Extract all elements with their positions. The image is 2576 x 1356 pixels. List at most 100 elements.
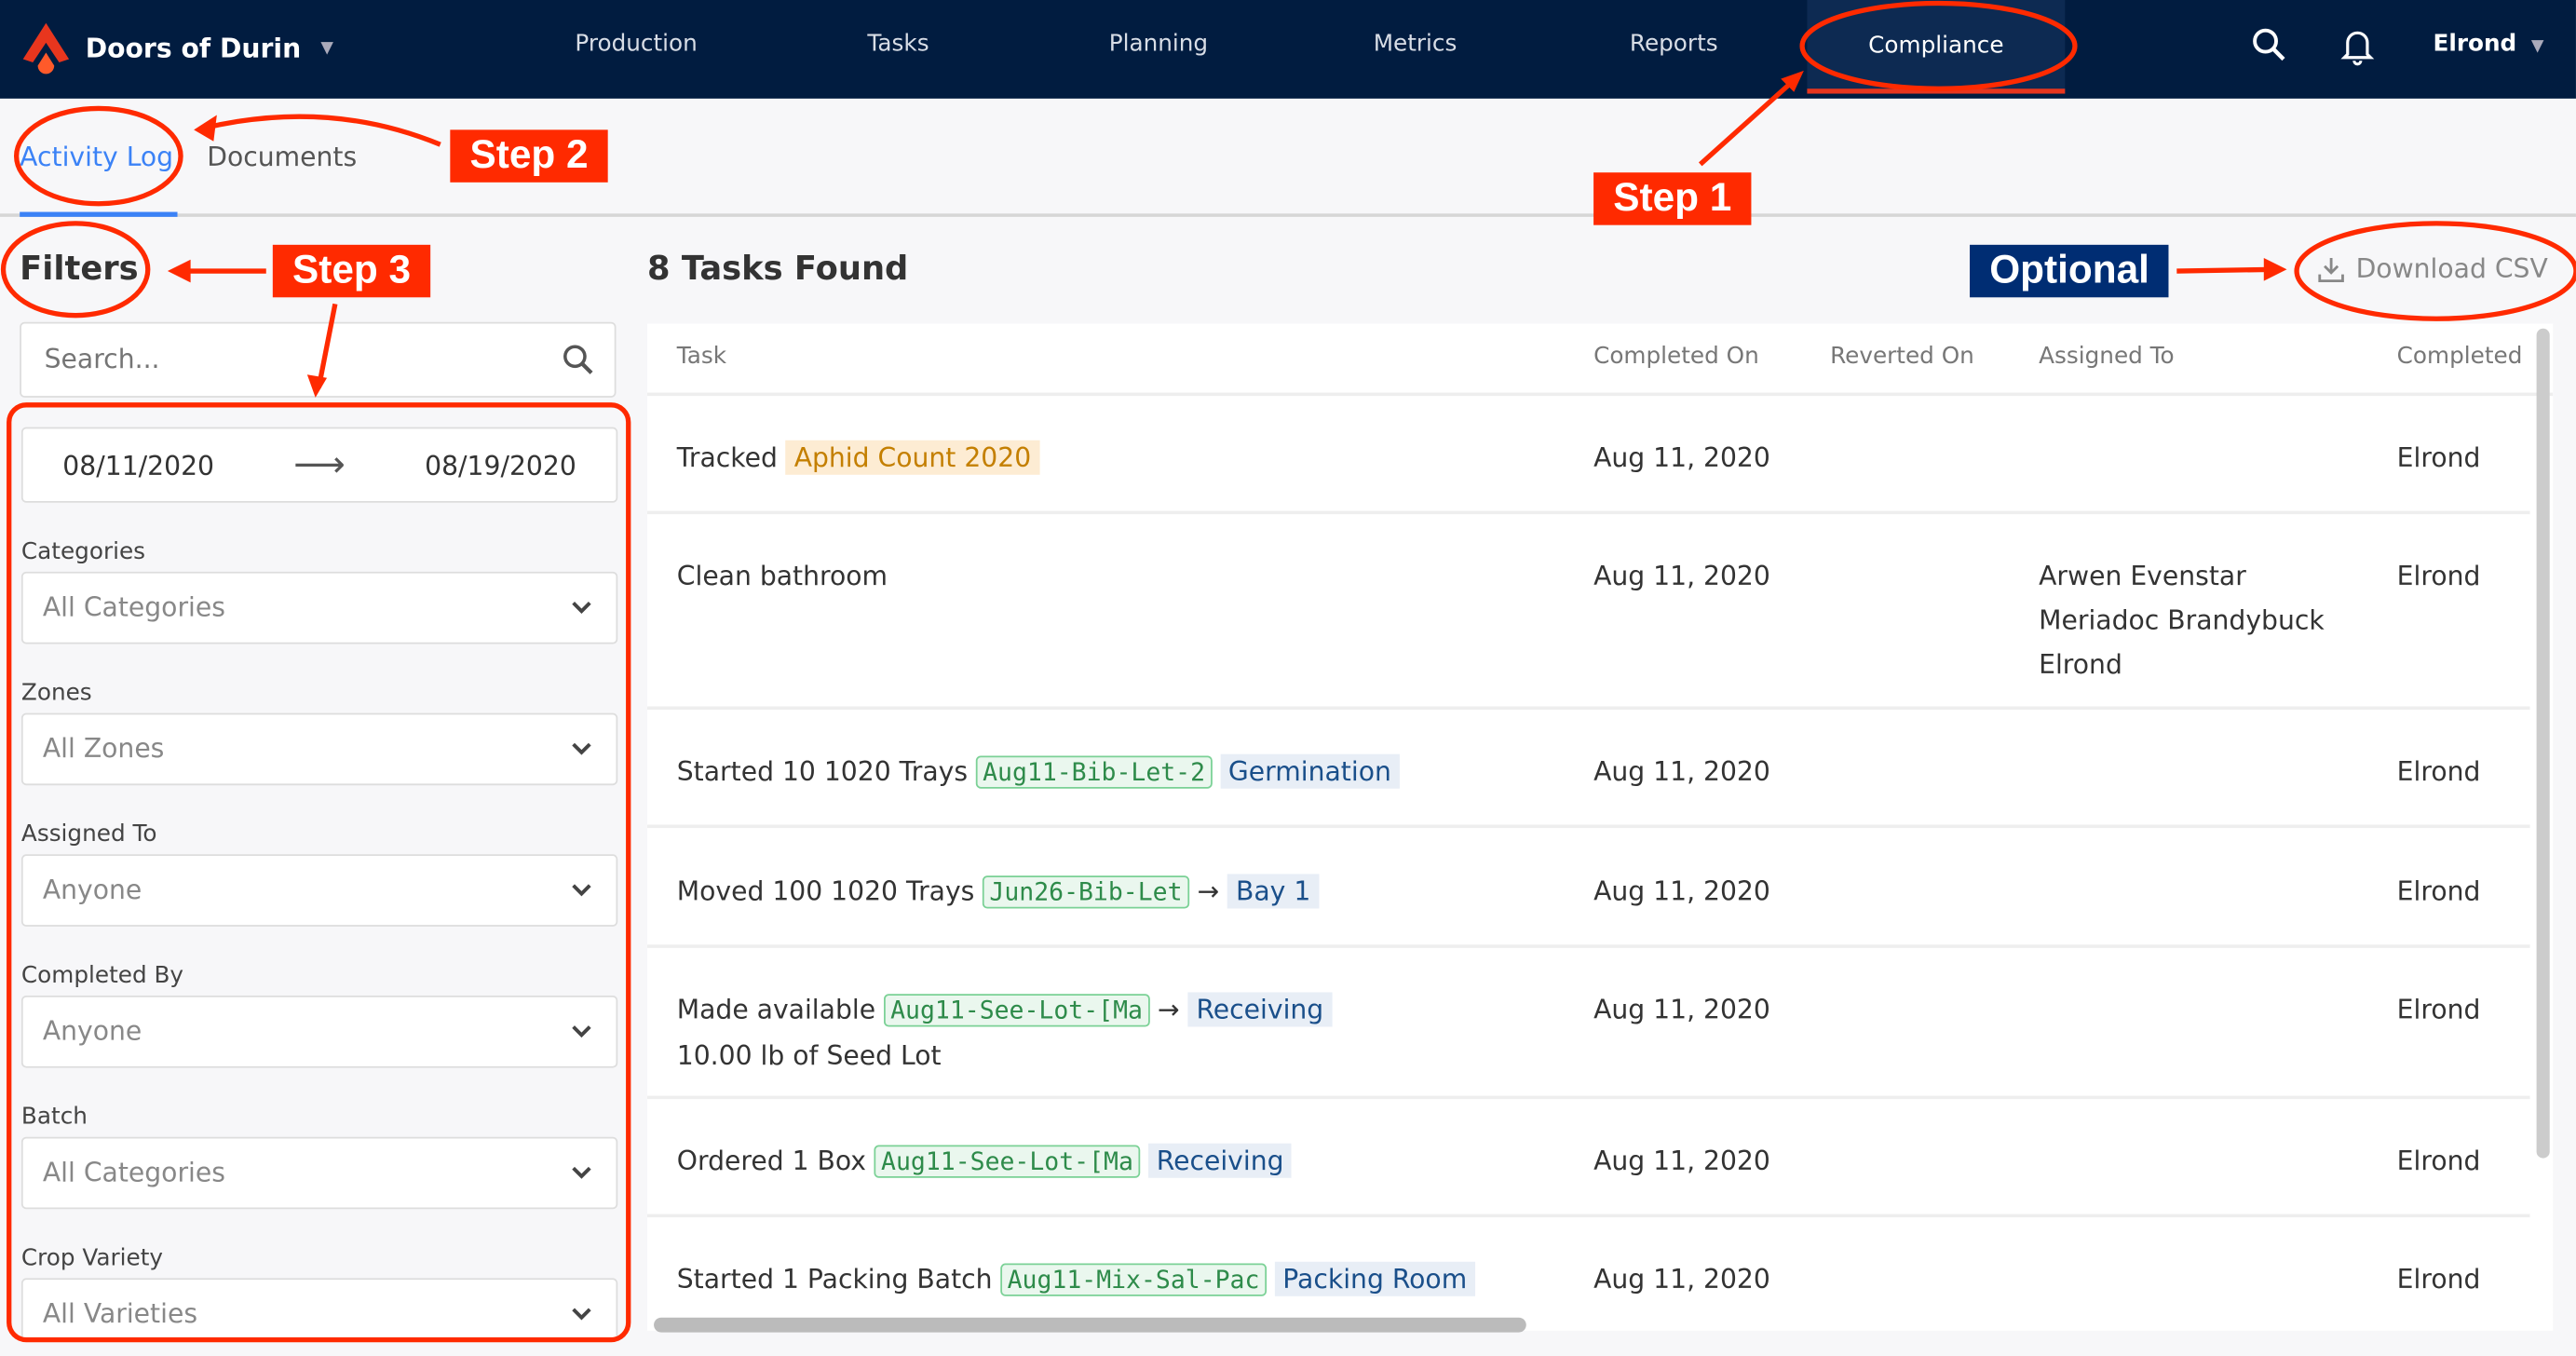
completed-by-cell: Elrond (2396, 1145, 2481, 1177)
chevron-down-icon (572, 1308, 591, 1321)
chevron-down-icon (572, 602, 591, 614)
arrow-icon: → (1197, 875, 1220, 907)
user-menu[interactable]: Elrond ▼ (2433, 32, 2543, 58)
tab-documents[interactable]: Documents (207, 142, 357, 173)
filter-select[interactable]: Anyone (20, 854, 618, 927)
filter-label: Zones (20, 680, 92, 707)
assigned-to-cell: Arwen Evenstar Meriadoc Brandybuck Elrond (2039, 553, 2325, 686)
completed-by-cell: Elrond (2396, 1263, 2481, 1295)
completed-on-cell: Aug 11, 2020 (1593, 560, 1770, 592)
completed-on-cell: Aug 11, 2020 (1593, 875, 1770, 907)
nav-compliance[interactable]: Compliance (1807, 0, 2066, 94)
completed-on-cell: Aug 11, 2020 (1593, 994, 1770, 1025)
results-title: 8 Tasks Found (647, 248, 909, 288)
select-value: Anyone (42, 874, 142, 905)
vertical-scrollbar[interactable] (2536, 328, 2550, 1159)
nav-production[interactable]: Production (575, 32, 697, 58)
nav-metrics[interactable]: Metrics (1374, 32, 1457, 58)
location-badge[interactable]: Receiving (1187, 992, 1333, 1027)
table-row[interactable]: Made available Aug11-See-Lot-[Ma → Recei… (647, 948, 2530, 1100)
filter-label: Assigned To (20, 821, 157, 848)
col-completed-by[interactable]: Completed (2397, 344, 2523, 370)
assignee: Elrond (2039, 648, 2122, 681)
location-badge[interactable]: Germination (1220, 753, 1400, 789)
chevron-down-icon (572, 1166, 591, 1179)
nav-planning[interactable]: Planning (1109, 32, 1208, 58)
filter-label: Categories (20, 538, 146, 565)
task-cell: Clean bathroom (677, 553, 888, 598)
col-completed-on[interactable]: Completed On (1593, 344, 1759, 370)
table-row[interactable]: Tracked Aphid Count 2020 Aug 11, 2020 El… (647, 396, 2530, 515)
table-row[interactable]: Moved 100 1020 Trays Jun26-Bib-Let → Bay… (647, 830, 2530, 948)
filter-select[interactable]: All Zones (20, 712, 618, 786)
download-csv-label: Download CSV (2355, 252, 2548, 285)
task-text: Tracked (676, 441, 778, 474)
completed-on-cell: Aug 11, 2020 (1593, 1145, 1770, 1177)
nav-tasks[interactable]: Tasks (867, 32, 929, 58)
annotation-step-2: Step 2 (450, 129, 608, 183)
col-assigned-to[interactable]: Assigned To (2039, 344, 2175, 370)
nav-reports[interactable]: Reports (1630, 32, 1718, 58)
table-row[interactable]: Started 1 Packing Batch Aug11-Mix-Sal-Pa… (647, 1217, 2530, 1331)
brand-menu[interactable]: Doors of Durin ▼ (20, 20, 333, 75)
filter-select[interactable]: All Categories (20, 1136, 618, 1210)
completed-on-cell: Aug 11, 2020 (1593, 755, 1770, 787)
task-cell: Made available Aug11-See-Lot-[Ma → Recei… (676, 987, 1333, 1078)
chevron-down-icon (572, 884, 591, 897)
search-icon[interactable] (2251, 26, 2287, 62)
search-icon[interactable] (562, 344, 594, 376)
completed-on-cell: Aug 11, 2020 (1593, 441, 1770, 474)
brand-name: Doors of Durin (85, 32, 302, 63)
col-task[interactable]: Task (677, 344, 726, 370)
download-icon (2318, 257, 2344, 282)
filter-label: Completed By (20, 962, 184, 989)
bell-icon[interactable] (2339, 26, 2376, 66)
task-text: Moved 100 1020 Trays (676, 875, 975, 907)
location-badge[interactable]: Packing Room (1274, 1261, 1476, 1296)
table-header: Task Completed On Reverted On Assigned T… (647, 324, 2554, 397)
batch-badge[interactable]: Jun26-Bib-Let (983, 875, 1189, 909)
select-value: All Varieties (42, 1297, 198, 1330)
search-input[interactable] (44, 343, 537, 375)
task-cell: Ordered 1 Box Aug11-See-Lot-[Ma Receivin… (677, 1138, 1293, 1184)
task-text: Started 1 Packing Batch (676, 1263, 993, 1295)
task-detail: 10.00 lb of Seed Lot (676, 1039, 942, 1072)
location-badge[interactable]: Receiving (1147, 1143, 1293, 1178)
task-cell: Started 1 Packing Batch Aug11-Mix-Sal-Pa… (676, 1256, 1476, 1302)
date-range-picker[interactable]: 08/11/2020 ⟶ 08/19/2020 (20, 427, 618, 503)
top-nav: Doors of Durin ▼ Production Tasks Plannin… (0, 0, 2576, 99)
tab-activity-log[interactable]: Activity Log (20, 142, 173, 173)
download-csv-button[interactable]: Download CSV (2316, 252, 2548, 285)
caret-down-icon: ▼ (2530, 37, 2544, 56)
completed-by-cell: Elrond (2396, 755, 2481, 787)
annotation-step-3: Step 3 (272, 244, 431, 298)
filters-title: Filters (20, 248, 139, 288)
select-value: Anyone (42, 1015, 142, 1047)
filter-select[interactable]: All Varieties (20, 1278, 618, 1337)
horizontal-scrollbar[interactable] (654, 1317, 1526, 1333)
search-field[interactable] (20, 321, 617, 398)
date-from[interactable]: 08/11/2020 (62, 449, 214, 481)
batch-badge[interactable]: Aug11-See-Lot-[Ma (884, 994, 1150, 1027)
annotation-step-1: Step 1 (1593, 172, 1752, 225)
batch-badge[interactable]: Aug11-See-Lot-[Ma (874, 1145, 1140, 1178)
task-text: Made available (676, 994, 876, 1025)
table-row[interactable]: Started 10 1020 Trays Aug11-Bib-Let-2 Ge… (647, 710, 2530, 829)
assignee: Arwen Evenstar (2039, 560, 2246, 592)
batch-badge[interactable]: Aug11-Mix-Sal-Pac (1000, 1263, 1267, 1296)
filter-select[interactable]: All Categories (20, 571, 618, 644)
location-badge[interactable]: Bay 1 (1227, 874, 1320, 909)
tag-badge[interactable]: Aphid Count 2020 (785, 440, 1039, 475)
col-reverted-on[interactable]: Reverted On (1830, 344, 1974, 370)
batch-badge[interactable]: Aug11-Bib-Let-2 (976, 755, 1213, 789)
table-row[interactable]: Clean bathroom Aug 11, 2020 Arwen Evenst… (647, 514, 2530, 711)
task-text: Clean bathroom (676, 560, 888, 592)
task-cell: Moved 100 1020 Trays Jun26-Bib-Let → Bay… (676, 869, 1320, 915)
select-value: All Categories (42, 591, 225, 623)
select-value: All Categories (42, 1156, 225, 1188)
arrow-optional (2176, 266, 2276, 274)
table-row[interactable]: Ordered 1 Box Aug11-See-Lot-[Ma Receivin… (647, 1099, 2530, 1218)
tasks-table: Task Completed On Reverted On Assigned T… (647, 323, 2554, 1331)
filter-select[interactable]: Anyone (20, 995, 618, 1068)
date-to[interactable]: 08/19/2020 (425, 449, 576, 481)
